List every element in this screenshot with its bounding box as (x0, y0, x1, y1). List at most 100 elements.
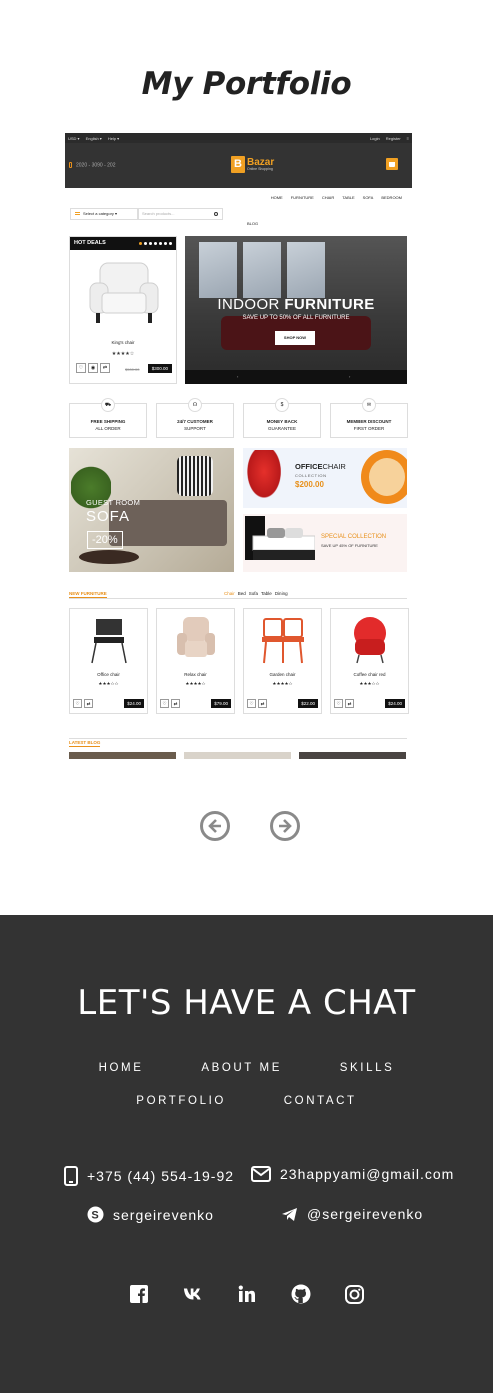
social-links (0, 1284, 493, 1304)
shot-phone: 2020 - 3090 - 202 (69, 162, 115, 168)
latest-blog-header: LATEST BLOG (69, 731, 407, 747)
search-placeholder: Search products... (142, 211, 175, 216)
github-icon[interactable] (291, 1284, 311, 1304)
contact-skype[interactable]: S sergeirevenko (87, 1206, 214, 1223)
product-stars: ★★★★☆ (185, 681, 206, 686)
office-price: $200.00 (295, 480, 324, 489)
headset-icon: ☊ (188, 398, 202, 412)
feature-line2: GUARANTEE (267, 426, 296, 431)
product-actions: ♡ ⇄ (247, 699, 267, 708)
linkedin-icon[interactable] (237, 1284, 257, 1304)
banner-window (199, 242, 237, 298)
search-input: Search products... (138, 208, 223, 220)
contact-phone[interactable]: +375 (44) 554-19-92 (64, 1166, 234, 1186)
footer-link-contact[interactable]: CONTACT (284, 1095, 357, 1107)
tab-dining: Dining (274, 591, 288, 596)
product-actions: ♡ ⇄ (334, 699, 354, 708)
footer-link-home[interactable]: HOME (99, 1062, 144, 1074)
garden-chair-image (262, 618, 304, 664)
contact-email-text: 23happyami@gmail.com (280, 1166, 455, 1182)
footer: LET'S HAVE A CHAT HOME ABOUT ME SKILLS P… (0, 915, 493, 1393)
footer-link-skills[interactable]: SKILLS (340, 1062, 395, 1074)
banner-subtitle: SAVE UP TO 50% OF ALL FURNITURE (242, 315, 350, 321)
instagram-icon[interactable] (345, 1284, 365, 1304)
special-subtitle: SAVE UP 45% OF FURNITURE (321, 543, 378, 548)
footer-link-portfolio[interactable]: PORTFOLIO (136, 1095, 226, 1107)
contact-email[interactable]: 23happyami@gmail.com (251, 1166, 454, 1182)
hot-deals-stars: ★★★★☆ (111, 351, 135, 357)
list-icon (75, 212, 80, 215)
heart-icon: ♡ (334, 699, 343, 708)
product-price: $24.00 (124, 699, 144, 708)
shot-nav-item: TABLE (342, 195, 355, 200)
feature-card: ☊ 24/7 CUSTOMER SUPPORT (156, 398, 234, 438)
bed-image (245, 516, 315, 560)
arrow-right-circle-icon[interactable] (270, 811, 300, 841)
office-collection: COLLECTION (295, 473, 327, 478)
blog-thumb (184, 752, 291, 759)
portfolio-title: My Portfolio (141, 66, 352, 102)
shot-logo-bag: B (231, 156, 245, 173)
heart-icon: ♡ (247, 699, 256, 708)
relax-chair-image (177, 617, 215, 657)
truck-icon: ⛟ (101, 398, 115, 412)
cart-icon (386, 158, 398, 170)
shot-logo-name: Bazar Online Shopping (247, 156, 275, 172)
telegram-icon (282, 1207, 297, 1221)
contact-phone-text: +375 (44) 554-19-92 (87, 1168, 235, 1184)
project-screenshot[interactable]: USD ▾ English ▾ Help ▾ Login Register ≡ … (65, 133, 412, 759)
office-chair-image (91, 619, 127, 664)
hot-deals-title: HOT DEALS (74, 240, 106, 246)
product-price: $79.00 (211, 699, 231, 708)
currency-select: USD ▾ (68, 135, 80, 141)
arrow-left-circle-icon[interactable] (200, 811, 230, 841)
envelope-icon (251, 1166, 271, 1182)
banner-window (243, 242, 281, 298)
heart-icon: ♡ (76, 363, 86, 373)
zebra-image (177, 456, 213, 496)
footer-link-about[interactable]: ABOUT ME (201, 1062, 282, 1074)
heart-icon: ♡ (73, 699, 82, 708)
office-chair-banner: OFFICECHAIR COLLECTION $200.00 (243, 448, 407, 508)
vk-icon[interactable] (183, 1284, 203, 1304)
category-select-label: Select a category (83, 211, 114, 216)
guest-room-line2: SOFA (86, 508, 131, 525)
feature-line1: MONEY BACK (266, 419, 298, 424)
shot-topbar: USD ▾ English ▾ Help ▾ Login Register ≡ (65, 133, 412, 143)
slider-dots (139, 242, 172, 245)
shot-nav-item: SOFA (362, 195, 374, 200)
phone-icon (69, 162, 72, 168)
rug-image (79, 550, 139, 564)
hot-deals-header: HOT DEALS (70, 237, 176, 250)
shot-nav-blog: BLOG (247, 221, 259, 226)
page: My Portfolio USD ▾ English ▾ Help ▾ Logi… (0, 0, 493, 1393)
banner-title-bold: FURNITURE (284, 296, 375, 313)
features-row: ⛟ FREE SHIPPING ALL ORDER ☊ 24/7 CUSTOMER SU… (69, 398, 408, 438)
product-card: Office chair ★★★☆☆ ♡ ⇄ $24.00 (69, 608, 148, 714)
tab-sofa: Sofa (248, 591, 259, 596)
latest-blog-title: LATEST BLOG (69, 740, 101, 747)
contact-telegram-text: @sergeirevenko (307, 1206, 424, 1222)
shot-nav-item: BEDROOM (381, 195, 402, 200)
office-chair-title: OFFICECHAIR (295, 462, 346, 471)
contact-telegram[interactable]: @sergeirevenko (281, 1206, 423, 1222)
product-stars: ★★★☆☆ (98, 681, 119, 686)
logo-name-text: Bazar (247, 156, 275, 168)
facebook-icon[interactable] (129, 1284, 149, 1304)
red-chair-image (247, 450, 285, 504)
armchair-image (89, 262, 159, 323)
product-card: Coffee chair red ★★★☆☆ ♡ ⇄ $24.00 (330, 608, 409, 714)
feature-line1: 24/7 CUSTOMER (177, 419, 213, 424)
feature-card: $ MONEY BACK GUARANTEE (243, 398, 321, 438)
feature-line2: SUPPORT (184, 426, 206, 431)
guest-room-banner: GUEST ROOM SOFA -20% (69, 448, 234, 572)
feature-card: ⛟ FREE SHIPPING ALL ORDER (69, 398, 147, 438)
feature-line1: FREE SHIPPING (90, 419, 126, 424)
shot-nav-item: HOME (270, 195, 283, 200)
guest-room-discount: -20% (87, 531, 123, 549)
product-actions: ♡ ⇄ (73, 699, 93, 708)
guest-room-line1: GUEST ROOM (86, 498, 141, 507)
compare-icon: ⇄ (345, 699, 354, 708)
hot-deals-price: $300.00 (147, 364, 172, 373)
feature-line2: FIRST ORDER (353, 426, 385, 431)
